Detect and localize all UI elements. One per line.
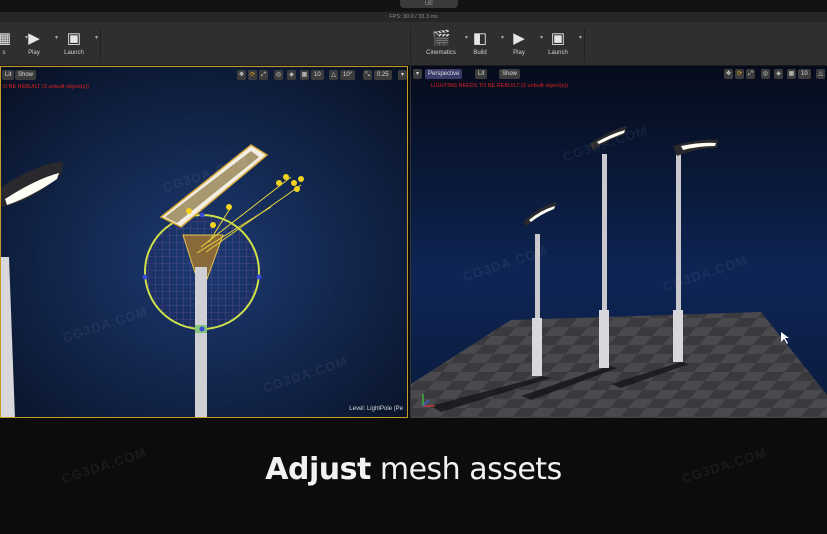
scale-snap-value[interactable]: 0.25 — [374, 70, 392, 80]
build-icon: ◧ — [472, 30, 488, 47]
camera-speed-icon[interactable]: ▾ — [398, 70, 407, 80]
play-icon: ▶ — [28, 30, 40, 47]
launch-label: Launch — [548, 50, 568, 56]
show-menu-button[interactable]: Show — [15, 70, 37, 80]
toolbar-divider — [100, 28, 101, 62]
surface-snap-icon[interactable]: ◈ — [774, 69, 783, 79]
scale-tool-icon[interactable]: ⤢ — [259, 70, 268, 80]
build-button[interactable]: ◧ Build ▾ — [462, 30, 504, 63]
grid-snap-value[interactable]: 10 — [311, 70, 324, 80]
rotate-tool-icon[interactable]: ⟳ — [248, 70, 257, 80]
viewport-options-icon[interactable]: ▾ — [413, 69, 422, 79]
rotation-snap-icon[interactable]: △ — [816, 69, 825, 79]
launch-button[interactable]: ▣ Launch ▾ — [56, 30, 98, 63]
main-toolbar: ▦ s ▾ ▶ Play ▾ ▣ Launch ▾ 🎬 Cinematics ▾… — [0, 22, 827, 66]
caption-light: mesh assets — [370, 452, 562, 487]
rotate-tool-icon[interactable]: ⟳ — [735, 69, 744, 79]
toolbar-partial-icon: ▦ — [0, 30, 12, 47]
level-viewport[interactable]: ▾ Perspective Lit Show ✥ ⟳ ⤢ ◎ ◈ ▦ 10 △ … — [410, 66, 827, 418]
lighting-warning: O BE REBUILT (3 unbuilt object(s)) — [3, 84, 89, 90]
scale-tool-icon[interactable]: ⤢ — [746, 69, 755, 79]
level-scene — [411, 66, 827, 418]
mesh-editor-viewport[interactable]: Lit Show ✥ ⟳ ⤢ ◎ ◈ ▦ 10 △ 10° ⤡ 0.25 ▾ O… — [0, 66, 408, 418]
caption-bold: Adjust — [265, 452, 371, 487]
surface-snap-icon[interactable]: ◈ — [287, 70, 296, 80]
cinematics-label: Cinematics — [426, 50, 456, 56]
move-tool-icon[interactable]: ✥ — [237, 70, 246, 80]
toolbar-divider — [584, 28, 585, 62]
title-bar: UE — [0, 0, 827, 12]
play-button[interactable]: ▶ Play ▾ — [501, 30, 543, 63]
app-window: UE FPS: 30.0 / 33.3 ms ▦ s ▾ ▶ Play ▾ ▣ … — [0, 0, 827, 534]
launch-label: Launch — [64, 50, 84, 56]
play-label: Play — [28, 50, 40, 56]
chevron-down-icon[interactable]: ▾ — [95, 34, 98, 41]
perspective-button[interactable]: Perspective — [425, 69, 463, 79]
play-label: Play — [513, 50, 525, 56]
fps-readout: FPS: 30.0 / 33.3 ms — [0, 12, 827, 22]
viewmode-lit-button[interactable]: Lit — [2, 70, 15, 80]
grid-snap-icon[interactable]: ▦ — [300, 70, 309, 80]
chevron-down-icon[interactable]: ▾ — [579, 34, 582, 41]
viewmode-lit-button[interactable]: Lit — [475, 69, 488, 79]
window-tab[interactable]: UE — [400, 0, 458, 8]
launch-button[interactable]: ▣ Launch ▾ — [540, 30, 582, 63]
rotation-snap-icon[interactable]: △ — [329, 70, 338, 80]
move-tool-icon[interactable]: ✥ — [724, 69, 733, 79]
play-button[interactable]: ▶ Play ▾ — [16, 30, 58, 63]
rotation-snap-value[interactable]: 10° — [340, 70, 356, 80]
build-label: Build — [473, 50, 487, 56]
toolbar-divider — [410, 28, 411, 62]
cinematics-button[interactable]: 🎬 Cinematics ▾ — [420, 30, 468, 63]
launch-icon: ▣ — [66, 30, 82, 47]
grid-snap-value[interactable]: 10 — [798, 69, 811, 79]
show-menu-button[interactable]: Show — [499, 69, 521, 79]
launch-icon: ▣ — [550, 30, 566, 47]
video-caption: Adjust mesh assets — [0, 452, 827, 487]
scale-snap-icon[interactable]: ⤡ — [363, 70, 372, 80]
grid-snap-icon[interactable]: ▦ — [787, 69, 796, 79]
world-space-icon[interactable]: ◎ — [761, 69, 770, 79]
cinematics-icon: 🎬 — [432, 30, 451, 47]
play-icon: ▶ — [513, 30, 525, 47]
lighting-warning: LIGHTING NEEDS TO BE REBUILT (3 unbuilt … — [431, 83, 569, 89]
world-space-icon[interactable]: ◎ — [274, 70, 283, 80]
level-indicator: Level: LightPole (Pe — [349, 406, 403, 412]
